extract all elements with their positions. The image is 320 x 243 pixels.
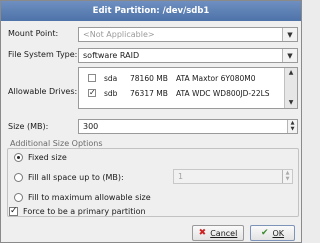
cancel-button[interactable]: ✖ Cancel	[192, 225, 244, 241]
drive-name: sdb	[104, 89, 118, 98]
primary-label[interactable]: Force to be a primary partition	[23, 207, 146, 216]
spin-down-icon: ▼	[285, 176, 290, 182]
fixed-size-label[interactable]: Fixed size	[28, 153, 67, 162]
drive-checkbox-sda[interactable]	[88, 74, 96, 82]
radio-fill-max[interactable]	[14, 193, 23, 202]
chevron-down-icon[interactable]: ▼	[282, 49, 297, 62]
mount-point-label: Mount Point:	[8, 29, 59, 38]
size-spinner[interactable]: 300 ▲ ▼	[78, 119, 298, 134]
fill-upto-spinner: 1 ▲ ▼	[173, 169, 293, 184]
edit-partition-dialog: Edit Partition: /dev/sdb1 Mount Point: <…	[0, 0, 302, 243]
drive-row-sda[interactable]: sda 78160 MB ATA Maxtor 6Y080M0	[79, 72, 285, 86]
scroll-up-icon[interactable]: ▲	[285, 68, 297, 78]
drive-row-sdb[interactable]: ✓ sdb 76317 MB ATA WDC WD800JD-22LS	[79, 87, 285, 101]
fs-type-combo[interactable]: software RAID ▼	[78, 48, 298, 63]
scroll-down-icon[interactable]: ▼	[285, 98, 297, 108]
radio-fixed-size[interactable]	[14, 153, 23, 162]
spin-down-icon[interactable]: ▼	[288, 126, 297, 132]
size-options-title: Additional Size Options	[10, 139, 103, 148]
mount-point-combo[interactable]: <Not Applicable> ▼	[78, 27, 298, 42]
fill-upto-value: 1	[178, 172, 184, 181]
drives-scrollbar[interactable]: ▲ ▼	[284, 68, 297, 108]
chevron-down-icon[interactable]: ▼	[282, 28, 297, 41]
fs-type-label: File System Type:	[8, 50, 78, 59]
fs-type-value: software RAID	[83, 51, 140, 60]
drive-name: sda	[104, 74, 118, 83]
drive-size: 76317 MB	[130, 89, 168, 98]
ok-icon: ✔	[260, 228, 269, 238]
fill-max-label[interactable]: Fill to maximum allowable size	[28, 193, 151, 202]
drive-model: ATA WDC WD800JD-22LS	[176, 89, 270, 98]
dialog-title: Edit Partition: /dev/sdb1	[1, 1, 301, 21]
radio-fill-upto[interactable]	[14, 173, 23, 182]
primary-checkbox[interactable]: ✓	[9, 207, 18, 216]
drives-list[interactable]: sda 78160 MB ATA Maxtor 6Y080M0 ✓ sdb 76…	[78, 67, 298, 109]
allowable-drives-label: Allowable Drives:	[8, 87, 78, 96]
ok-label: OK	[272, 228, 285, 238]
drive-checkbox-sdb[interactable]: ✓	[88, 89, 96, 97]
mount-point-value: <Not Applicable>	[83, 30, 155, 39]
size-label: Size (MB):	[8, 122, 49, 131]
cancel-label: Cancel	[210, 228, 238, 238]
drive-size: 78160 MB	[130, 74, 168, 83]
ok-button[interactable]: ✔ OK	[250, 225, 295, 241]
size-value: 300	[83, 122, 99, 131]
fill-upto-label[interactable]: Fill all space up to (MB):	[28, 173, 124, 182]
cancel-icon: ✖	[198, 228, 207, 238]
drive-model: ATA Maxtor 6Y080M0	[176, 74, 256, 83]
